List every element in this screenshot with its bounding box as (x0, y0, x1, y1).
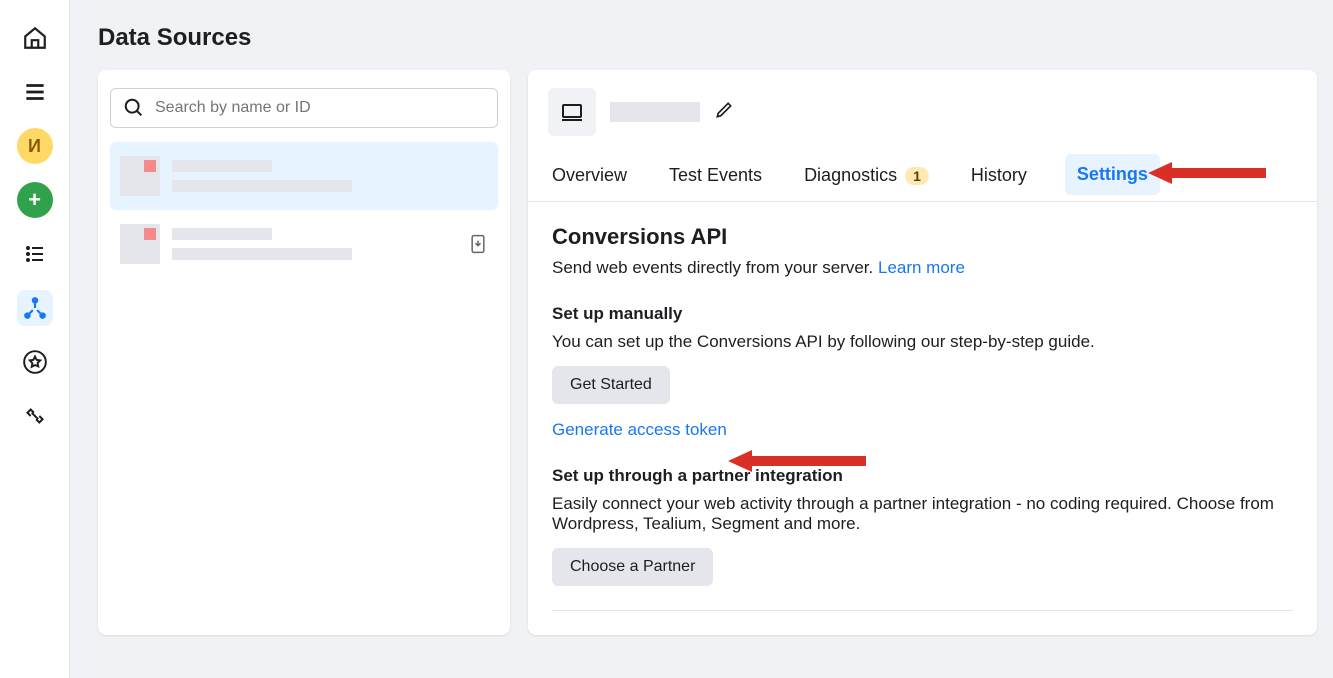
edit-icon[interactable] (714, 100, 734, 125)
list-icon[interactable] (17, 236, 53, 272)
data-source-thumb (120, 224, 160, 264)
generate-token-link[interactable]: Generate access token (552, 420, 727, 440)
tab-overview[interactable]: Overview (548, 155, 631, 200)
tab-test-events[interactable]: Test Events (665, 155, 766, 200)
data-source-text (172, 228, 456, 260)
account-avatar[interactable]: И (17, 128, 53, 164)
home-icon[interactable] (17, 20, 53, 56)
tab-diagnostics-label: Diagnostics (804, 165, 897, 186)
data-source-list-panel (98, 70, 510, 635)
capi-desc: Send web events directly from your serve… (552, 258, 1293, 278)
data-source-thumb (120, 156, 160, 196)
capi-title: Conversions API (552, 224, 1293, 250)
left-nav: И + (0, 0, 70, 678)
learn-more-link[interactable]: Learn more (878, 258, 965, 277)
tab-diagnostics[interactable]: Diagnostics 1 (800, 155, 933, 200)
data-source-item[interactable] (110, 142, 498, 210)
tab-history[interactable]: History (967, 155, 1031, 200)
avatar-initial: И (28, 136, 41, 157)
tab-settings[interactable]: Settings (1065, 154, 1160, 195)
data-sources-icon[interactable] (17, 290, 53, 326)
partner-desc: Easily connect your web activity through… (552, 494, 1293, 534)
choose-partner-button[interactable]: Choose a Partner (552, 548, 713, 586)
diagnostics-badge: 1 (905, 167, 929, 185)
tabs: Overview Test Events Diagnostics 1 Histo… (528, 154, 1317, 202)
partner-title: Set up through a partner integration (552, 466, 1293, 486)
download-icon (468, 232, 488, 256)
detail-panel: Overview Test Events Diagnostics 1 Histo… (528, 70, 1317, 635)
search-input[interactable] (155, 99, 485, 117)
add-button[interactable]: + (17, 182, 53, 218)
data-source-text (172, 160, 488, 192)
menu-icon[interactable] (17, 74, 53, 110)
capi-desc-text: Send web events directly from your serve… (552, 258, 878, 277)
search-icon (123, 97, 145, 119)
star-icon[interactable] (17, 344, 53, 380)
page-title: Data Sources (98, 24, 1317, 52)
pixel-type-icon (548, 88, 596, 136)
search-box[interactable] (110, 88, 498, 128)
partners-icon[interactable] (17, 398, 53, 434)
data-source-item[interactable] (110, 210, 498, 278)
pixel-name-redacted (610, 102, 700, 122)
get-started-button[interactable]: Get Started (552, 366, 670, 404)
manual-desc: You can set up the Conversions API by fo… (552, 332, 1293, 352)
manual-title: Set up manually (552, 304, 1293, 324)
main-content: Data Sources (70, 0, 1333, 678)
